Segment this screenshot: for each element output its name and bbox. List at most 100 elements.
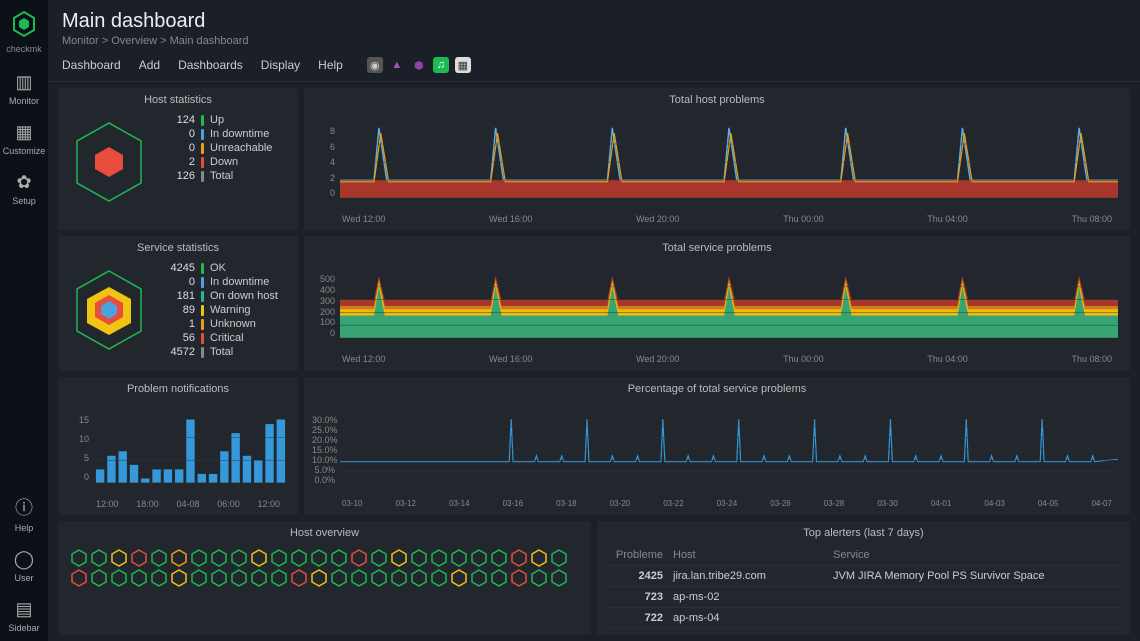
- host-stat-list: 124Up 0In downtime 0Unreachable 2Down 126Tot…: [159, 112, 290, 212]
- host-hex[interactable]: [410, 549, 428, 567]
- grid-icon: ▦: [15, 122, 32, 143]
- sidebar-item-sidebar[interactable]: ▤ Sidebar: [0, 591, 48, 641]
- stat-row[interactable]: 126Total: [159, 170, 290, 182]
- stat-row[interactable]: 1Unknown: [159, 318, 290, 330]
- host-hex[interactable]: [150, 569, 168, 587]
- host-problems-chart: [340, 126, 1118, 198]
- host-hex[interactable]: [190, 549, 208, 567]
- host-hex[interactable]: [490, 569, 508, 587]
- host-hex[interactable]: [450, 569, 468, 587]
- total-host-problems-panel: Total host problems 86420 Wed 12:00Wed 1…: [304, 88, 1130, 230]
- host-hex[interactable]: [170, 569, 188, 587]
- host-hex[interactable]: [390, 549, 408, 567]
- alerters-table: Probleme Host Service 2425jira.lan.tribe…: [605, 545, 1122, 629]
- host-hex[interactable]: [330, 549, 348, 567]
- sidebar-item-help[interactable]: ⓘ Help: [0, 486, 48, 541]
- table-row[interactable]: 2425jira.lan.tribe29.comJVM JIRA Memory …: [605, 566, 1122, 587]
- host-hex[interactable]: [490, 549, 508, 567]
- host-hex[interactable]: [130, 569, 148, 587]
- host-hex[interactable]: [330, 569, 348, 587]
- host-hex[interactable]: [470, 569, 488, 587]
- host-hex[interactable]: [290, 549, 308, 567]
- host-hex[interactable]: [350, 549, 368, 567]
- host-hex[interactable]: [370, 549, 388, 567]
- logo-icon: [8, 8, 40, 40]
- stat-row[interactable]: 89Warning: [159, 304, 290, 316]
- host-hex[interactable]: [130, 549, 148, 567]
- host-hex[interactable]: [210, 549, 228, 567]
- host-hex[interactable]: [230, 549, 248, 567]
- host-hex[interactable]: [550, 569, 568, 587]
- host-hex[interactable]: [450, 549, 468, 567]
- sidebar-item-label: Monitor: [9, 96, 39, 106]
- col-probleme: Probleme: [613, 549, 673, 561]
- service-statistics-panel: Service statistics 4245OK 0In downtime 181…: [58, 236, 298, 370]
- host-hex[interactable]: [430, 549, 448, 567]
- host-hex[interactable]: [510, 549, 528, 567]
- host-hex[interactable]: [310, 549, 328, 567]
- top-alerters-panel: Top alerters (last 7 days) Probleme Host…: [597, 521, 1130, 635]
- host-overview-panel: Host overview: [58, 521, 591, 635]
- host-hex[interactable]: [510, 569, 528, 587]
- toolbar-display[interactable]: Display: [261, 58, 300, 72]
- host-hex[interactable]: [530, 569, 548, 587]
- table-row[interactable]: 723ap-ms-02: [605, 587, 1122, 608]
- host-statistics-panel: Host statistics 124Up0In downtime0Unreac…: [58, 88, 298, 230]
- warning-icon[interactable]: ▲: [389, 57, 405, 73]
- sidebar-item-user[interactable]: ◯ User: [0, 541, 48, 591]
- host-hex[interactable]: [250, 549, 268, 567]
- globe-icon[interactable]: ◉: [367, 57, 383, 73]
- toolbar-help[interactable]: Help: [318, 58, 343, 72]
- sidebar-item-setup[interactable]: ✿ Setup: [0, 164, 48, 214]
- stat-row[interactable]: 2Down: [159, 156, 290, 168]
- host-hex[interactable]: [210, 569, 228, 587]
- panel-title: Host overview: [66, 527, 583, 539]
- host-hex[interactable]: [170, 549, 188, 567]
- host-hex[interactable]: [90, 549, 108, 567]
- host-hex[interactable]: [110, 549, 128, 567]
- service-hexagon-viz: [66, 260, 151, 360]
- sidebar-item-customize[interactable]: ▦ Customize: [0, 114, 48, 164]
- toolbar-dashboards[interactable]: Dashboards: [178, 58, 243, 72]
- cube-icon[interactable]: ⬢: [411, 57, 427, 73]
- host-hex[interactable]: [310, 569, 328, 587]
- stat-row[interactable]: 124Up: [159, 114, 290, 126]
- stat-row[interactable]: 0In downtime: [159, 128, 290, 140]
- main-area: Main dashboard Monitor > Overview > Main…: [48, 0, 1140, 641]
- host-hex[interactable]: [430, 569, 448, 587]
- table-row[interactable]: 722ap-ms-04: [605, 608, 1122, 629]
- host-hex[interactable]: [550, 549, 568, 567]
- stat-row[interactable]: 0Unreachable: [159, 142, 290, 154]
- host-hex[interactable]: [290, 569, 308, 587]
- host-hex[interactable]: [90, 569, 108, 587]
- spotify-icon[interactable]: ♫: [433, 57, 449, 73]
- stat-row[interactable]: 4572Total: [159, 346, 290, 358]
- stat-row[interactable]: 56Critical: [159, 332, 290, 344]
- host-hex[interactable]: [370, 569, 388, 587]
- host-hex[interactable]: [250, 569, 268, 587]
- stat-row[interactable]: 4245OK: [159, 262, 290, 274]
- toolbar: Dashboard Add Dashboards Display Help ◉ …: [48, 49, 1140, 82]
- host-hex[interactable]: [70, 549, 88, 567]
- host-hex[interactable]: [410, 569, 428, 587]
- calendar-icon[interactable]: ▦: [455, 57, 471, 73]
- host-hex[interactable]: [270, 549, 288, 567]
- host-hex[interactable]: [350, 569, 368, 587]
- sidebar-item-monitor[interactable]: ▥ Monitor: [0, 64, 48, 114]
- host-hex[interactable]: [150, 549, 168, 567]
- host-hex[interactable]: [530, 549, 548, 567]
- toolbar-dashboard[interactable]: Dashboard: [62, 58, 121, 72]
- col-host: Host: [673, 549, 833, 561]
- stat-row[interactable]: 0In downtime: [159, 276, 290, 288]
- stat-row[interactable]: 181On down host: [159, 290, 290, 302]
- toolbar-add[interactable]: Add: [139, 58, 160, 72]
- host-hex[interactable]: [230, 569, 248, 587]
- host-hex[interactable]: [190, 569, 208, 587]
- host-hex[interactable]: [390, 569, 408, 587]
- host-hex[interactable]: [70, 569, 88, 587]
- host-hex[interactable]: [270, 569, 288, 587]
- panel-title: Service statistics: [66, 242, 290, 254]
- host-hex[interactable]: [470, 549, 488, 567]
- panel-title: Problem notifications: [66, 383, 290, 395]
- host-hex[interactable]: [110, 569, 128, 587]
